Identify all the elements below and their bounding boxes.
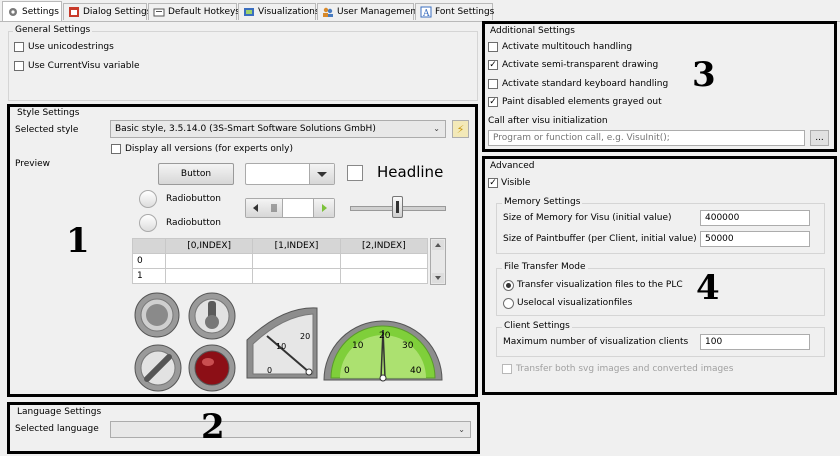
tab-label: Dialog Settings	[83, 7, 152, 17]
tab-label: User Management	[337, 7, 420, 17]
use-unicodestrings-label: Use unicodestrings	[28, 42, 114, 52]
annotation-number-1: 1	[66, 221, 90, 261]
keyboard-icon	[153, 6, 165, 18]
visualization-icon	[243, 6, 255, 18]
tab-font-settings[interactable]: A Font Settings	[415, 3, 495, 20]
tab-default-hotkeys[interactable]: Default Hotkeys	[148, 3, 240, 20]
use-currentvisu-checkbox[interactable]	[14, 61, 24, 71]
svg-text:A: A	[422, 9, 430, 18]
annotation-box-4	[482, 156, 837, 395]
tab-label: Default Hotkeys	[168, 7, 240, 17]
dialog-icon	[68, 6, 80, 18]
tab-user-management[interactable]: User Management	[317, 3, 420, 20]
annotation-box-3	[482, 21, 837, 152]
tab-label: Visualizations	[258, 7, 320, 17]
use-currentvisu-label: Use CurrentVisu variable	[28, 61, 140, 71]
tab-label: Settings	[22, 7, 59, 17]
annotation-box-2	[7, 402, 480, 454]
annotation-number-4: 4	[696, 268, 720, 308]
tab-visualizations[interactable]: Visualizations	[238, 3, 320, 20]
use-unicodestrings-checkbox[interactable]	[14, 42, 24, 52]
users-icon	[322, 6, 334, 18]
tab-label: Font Settings	[435, 7, 495, 17]
general-settings-title: General Settings	[13, 25, 93, 35]
tab-dialog-settings[interactable]: Dialog Settings	[63, 3, 151, 20]
tab-settings[interactable]: Settings	[2, 1, 62, 22]
annotation-number-2: 2	[201, 407, 225, 447]
tab-bar: Settings Dialog Settings Default Hotkeys…	[0, 0, 840, 22]
annotation-number-3: 3	[692, 55, 716, 95]
settings-icon	[7, 6, 19, 18]
font-icon: A	[420, 6, 432, 19]
